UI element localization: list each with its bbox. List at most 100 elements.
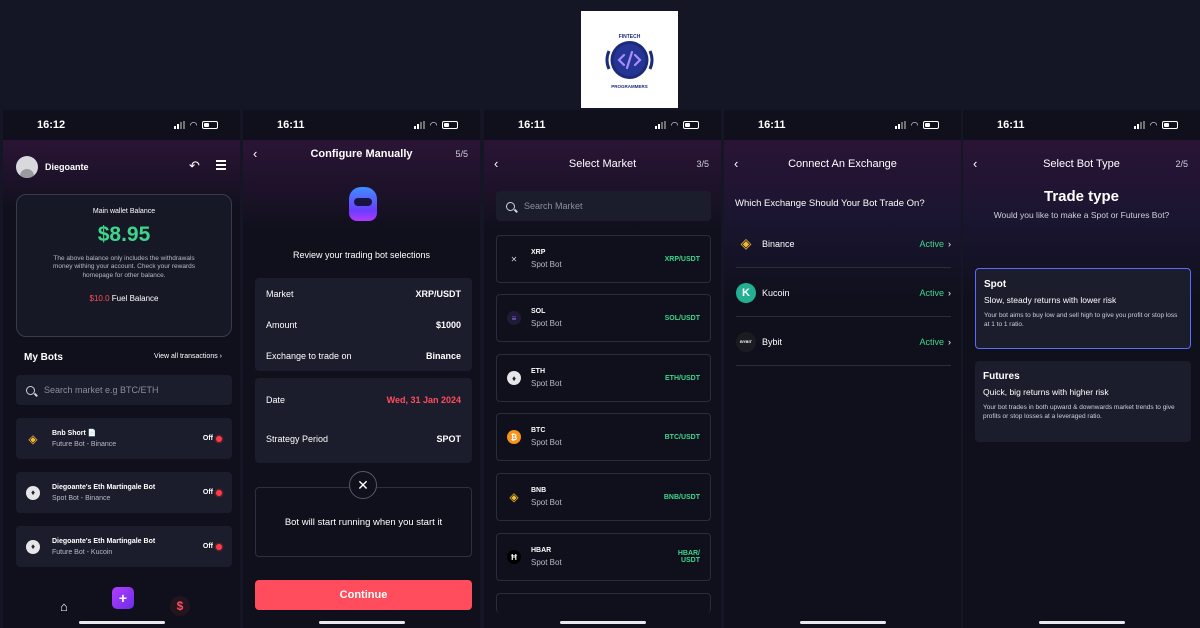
market-pair: XRP/USDT <box>664 255 700 263</box>
xrp-icon: ✕ <box>510 254 518 264</box>
exchange-item-kucoin[interactable]: K Kucoin Active › <box>736 269 951 317</box>
home-indicator <box>799 621 886 624</box>
status-time: 16:11 <box>277 119 305 131</box>
market-item[interactable]: ◈ BNB Spot Bot BNB/USDT <box>496 473 711 521</box>
avatar[interactable] <box>16 156 38 178</box>
page-title: Select Bot Type <box>1043 158 1120 170</box>
market-symbol: XRP <box>531 249 546 256</box>
undo-icon[interactable]: ↶ <box>189 158 200 174</box>
trade-type-question: Would you like to make a Spot or Futures… <box>993 210 1170 220</box>
status-bar: 16:11 ◠ <box>243 110 480 140</box>
bot-item[interactable]: ◈ Bnb Short 📄 Future Bot - Binance Off <box>16 418 232 459</box>
battery-icon <box>923 121 939 129</box>
status-time: 16:11 <box>518 119 546 131</box>
bot-sub: Spot Bot - Binance <box>52 494 111 502</box>
battery-icon <box>1162 121 1178 129</box>
search-market-input[interactable]: Search market e.g BTC/ETH <box>16 375 232 405</box>
wifi-icon: ◠ <box>430 119 437 130</box>
wallet-amount: $8.95 <box>97 223 151 246</box>
bot-name: Diegoante's Eth Martingale Bot <box>52 537 156 545</box>
strategy-value: SPOT <box>436 434 461 444</box>
eth-icon: ♦ <box>26 539 40 554</box>
wifi-icon: ◠ <box>671 119 678 130</box>
fuel-amount: $10.0 <box>89 294 110 304</box>
bot-status[interactable]: Off <box>203 543 222 550</box>
market-item[interactable]: Ħ HBAR Spot Bot HBAR/ USDT <box>496 533 711 581</box>
btc-icon: ₿ <box>507 430 521 444</box>
exchange-status-label: Active <box>919 287 944 298</box>
fuel-label: Fuel Balance <box>111 294 159 304</box>
market-item[interactable]: ≡ SOL Spot Bot SOL/USDT <box>496 294 711 342</box>
step-indicator: 3/5 <box>696 159 709 169</box>
bot-item[interactable]: ♦ Diegoante's Eth Martingale Bot Future B… <box>16 526 232 567</box>
page-title: Connect An Exchange <box>788 158 897 170</box>
market-item-partial[interactable] <box>496 593 711 613</box>
step-indicator: 2/5 <box>1175 159 1188 169</box>
market-symbol: BNB <box>531 487 547 494</box>
market-type: Spot Bot <box>531 558 562 567</box>
add-bot-button[interactable]: + <box>112 587 134 609</box>
search-icon <box>506 201 515 211</box>
bot-status[interactable]: Off <box>203 489 222 496</box>
close-icon[interactable]: ✕ <box>349 471 377 499</box>
bot-sub: Future Bot - Binance <box>52 441 117 448</box>
market-type: Spot Bot <box>531 438 562 447</box>
status-bar: 16:11 ◠ <box>484 110 721 140</box>
amount-value: $1000 <box>435 319 461 330</box>
battery-icon <box>683 121 699 129</box>
market-symbol: SOL <box>531 308 546 315</box>
option-description: Your bot aims to buy low and sell high t… <box>984 312 1178 329</box>
option-futures[interactable]: Futures Quick, big returns with higher r… <box>975 361 1191 442</box>
market-item[interactable]: ✕ XRP Spot Bot XRP/USDT <box>496 235 711 283</box>
bot-status-label: Off <box>202 489 213 496</box>
wallet-label: Main wallet Balance <box>92 208 156 215</box>
market-pair: HBAR/ USDT <box>677 550 700 564</box>
exchange-question: Which Exchange Should Your Bot Trade On? <box>735 198 925 209</box>
signal-icon <box>1134 121 1146 129</box>
bot-name: Diegoante's Eth Martingale Bot <box>52 483 156 491</box>
dollar-icon[interactable]: $ <box>170 596 190 616</box>
status-time: 16:12 <box>37 119 66 131</box>
chevron-right-icon: › <box>948 287 951 298</box>
market-item[interactable]: ₿ BTC Spot Bot BTC/USDT <box>496 413 711 461</box>
market-symbol: BTC <box>531 427 546 434</box>
bot-item[interactable]: ♦ Diegoante's Eth Martingale Bot Spot Bot… <box>16 472 232 513</box>
search-market-input[interactable]: Search Market <box>496 191 711 221</box>
signal-icon <box>174 121 186 129</box>
exchange-item-bybit[interactable]: BYBIT Bybit Active › <box>736 318 951 366</box>
exchange-status: Active › <box>919 288 951 298</box>
status-time: 16:11 <box>758 119 786 131</box>
option-spot[interactable]: Spot Slow, steady returns with lower ris… <box>975 268 1191 349</box>
username: Diegoante <box>45 162 89 172</box>
chevron-right-icon: › <box>948 336 951 347</box>
exchange-value: Binance <box>425 350 461 361</box>
notice-text: Bot will start running when you start it <box>284 516 443 528</box>
exchange-item-binance[interactable]: ◈ Binance Active › <box>736 220 951 268</box>
option-subtitle: Quick, big returns with higher risk <box>983 387 1109 397</box>
eth-icon: ♦ <box>26 485 40 500</box>
option-description: Your bot trades in both upward & downwar… <box>983 404 1175 421</box>
exchange-status: Active › <box>919 337 951 347</box>
option-title: Spot <box>984 279 1007 290</box>
bybit-icon: BYBIT <box>736 331 756 352</box>
home-icon[interactable]: ⌂ <box>60 599 68 614</box>
trade-type-heading: Trade type <box>1043 188 1120 205</box>
bot-name: Bnb Short 📄 <box>52 430 97 437</box>
robot-icon <box>349 187 377 221</box>
plus-icon: + <box>118 590 128 606</box>
status-time: 16:11 <box>997 119 1025 131</box>
search-placeholder: Search Market <box>524 201 583 211</box>
signal-icon <box>655 121 667 129</box>
menu-icon[interactable] <box>216 160 226 170</box>
logo-top-text: FINTECH <box>619 34 641 40</box>
continue-button[interactable]: Continue <box>255 580 472 610</box>
bot-status[interactable]: Off <box>203 435 222 442</box>
date-value: Wed, 31 Jan 2024 <box>386 394 461 405</box>
view-all-link[interactable]: View all transactions › <box>154 353 222 360</box>
step-indicator: 5/5 <box>455 149 468 159</box>
screen-select-market: 16:11 ◠ ‹ Select Market 3/5 Search Marke… <box>484 110 721 628</box>
market-item[interactable]: ♦ ETH Spot Bot ETH/USDT <box>496 354 711 402</box>
home-indicator <box>78 621 165 624</box>
market-type: Spot Bot <box>531 379 562 388</box>
wifi-icon: ◠ <box>190 119 197 130</box>
